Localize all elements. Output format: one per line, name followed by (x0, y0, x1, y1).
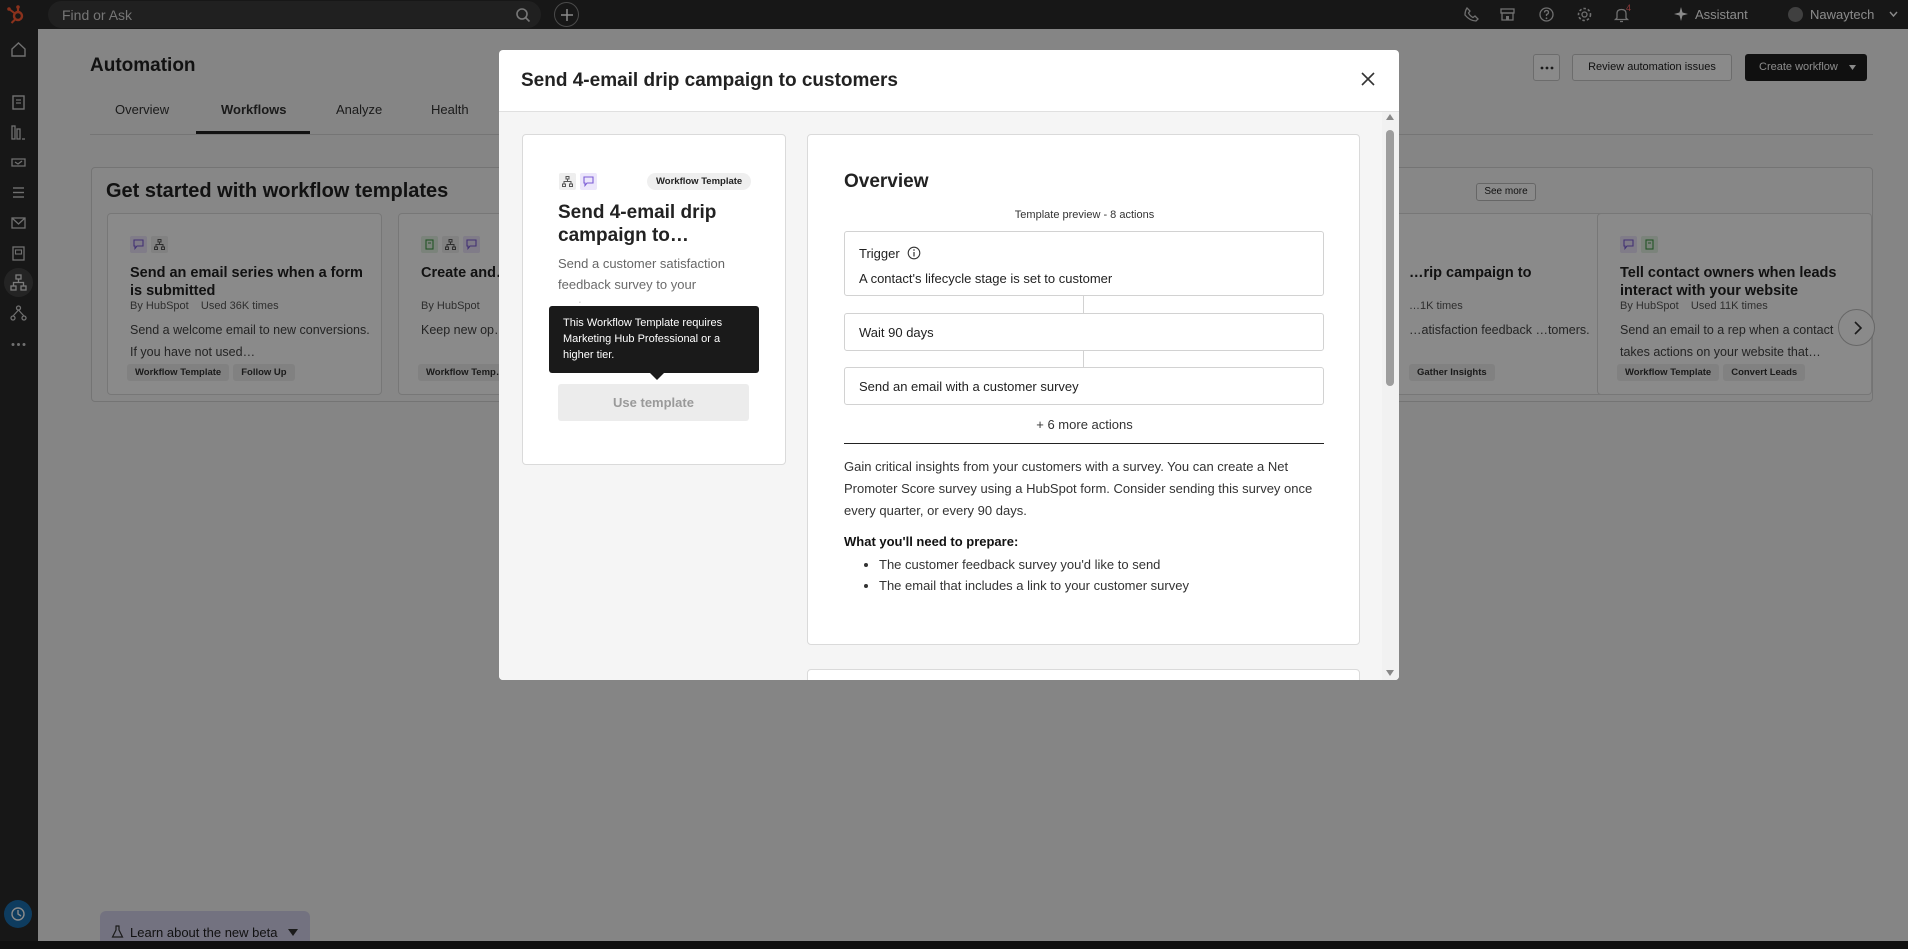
scroll-down-arrow-icon[interactable] (1386, 670, 1394, 676)
workflow-icon (559, 173, 576, 190)
tier-requirement-tooltip: This Workflow Template requires Marketin… (549, 306, 759, 373)
template-preview-dialog: Send 4-email drip campaign to customers … (499, 50, 1399, 680)
close-icon[interactable] (1359, 70, 1377, 88)
template-summary-card: Workflow Template Send 4-email drip camp… (522, 134, 786, 465)
action-step-label: Send an email with a customer survey (859, 379, 1079, 394)
overview-title: Overview (844, 171, 929, 192)
list-item: The email that includes a link to your c… (879, 575, 1319, 596)
trigger-step: Trigger A contact's lifecycle stage is s… (844, 231, 1324, 296)
overview-card: Overview Template preview - 8 actions Tr… (807, 134, 1360, 645)
dialog-title: Send 4-email drip campaign to customers (521, 70, 898, 91)
prepare-heading: What you'll need to prepare: (844, 534, 1019, 549)
action-step-label: Wait 90 days (859, 325, 934, 340)
template-preview-label: Template preview - 8 actions (1014, 209, 1155, 221)
chat-icon (580, 173, 597, 190)
workflow-template-badge: Workflow Template (647, 173, 752, 190)
divider (844, 443, 1324, 444)
more-actions-label: + 6 more actions (1036, 417, 1133, 432)
next-section-card (807, 669, 1360, 680)
list-item: The customer feedback survey you'd like … (879, 554, 1319, 575)
overview-description: Gain critical insights from your custome… (844, 459, 1313, 518)
scrollbar-thumb[interactable] (1386, 130, 1394, 386)
prepare-list: The customer feedback survey you'd like … (879, 554, 1319, 596)
dialog-header: Send 4-email drip campaign to customers (499, 50, 1399, 112)
info-icon[interactable] (907, 246, 921, 260)
dialog-body: Workflow Template Send 4-email drip camp… (499, 112, 1399, 680)
scroll-up-arrow-icon[interactable] (1386, 114, 1394, 120)
tooltip-arrow (648, 371, 666, 380)
trigger-value: A contact's lifecycle stage is set to cu… (859, 271, 1113, 286)
use-template-button[interactable]: Use template (558, 384, 749, 421)
trigger-label: Trigger (859, 246, 900, 261)
step-connector (1083, 296, 1084, 313)
action-step: Wait 90 days (844, 313, 1324, 351)
step-connector (1083, 351, 1084, 367)
template-title: Send 4-email drip campaign to… (558, 202, 717, 246)
action-step: Send an email with a customer survey (844, 367, 1324, 405)
